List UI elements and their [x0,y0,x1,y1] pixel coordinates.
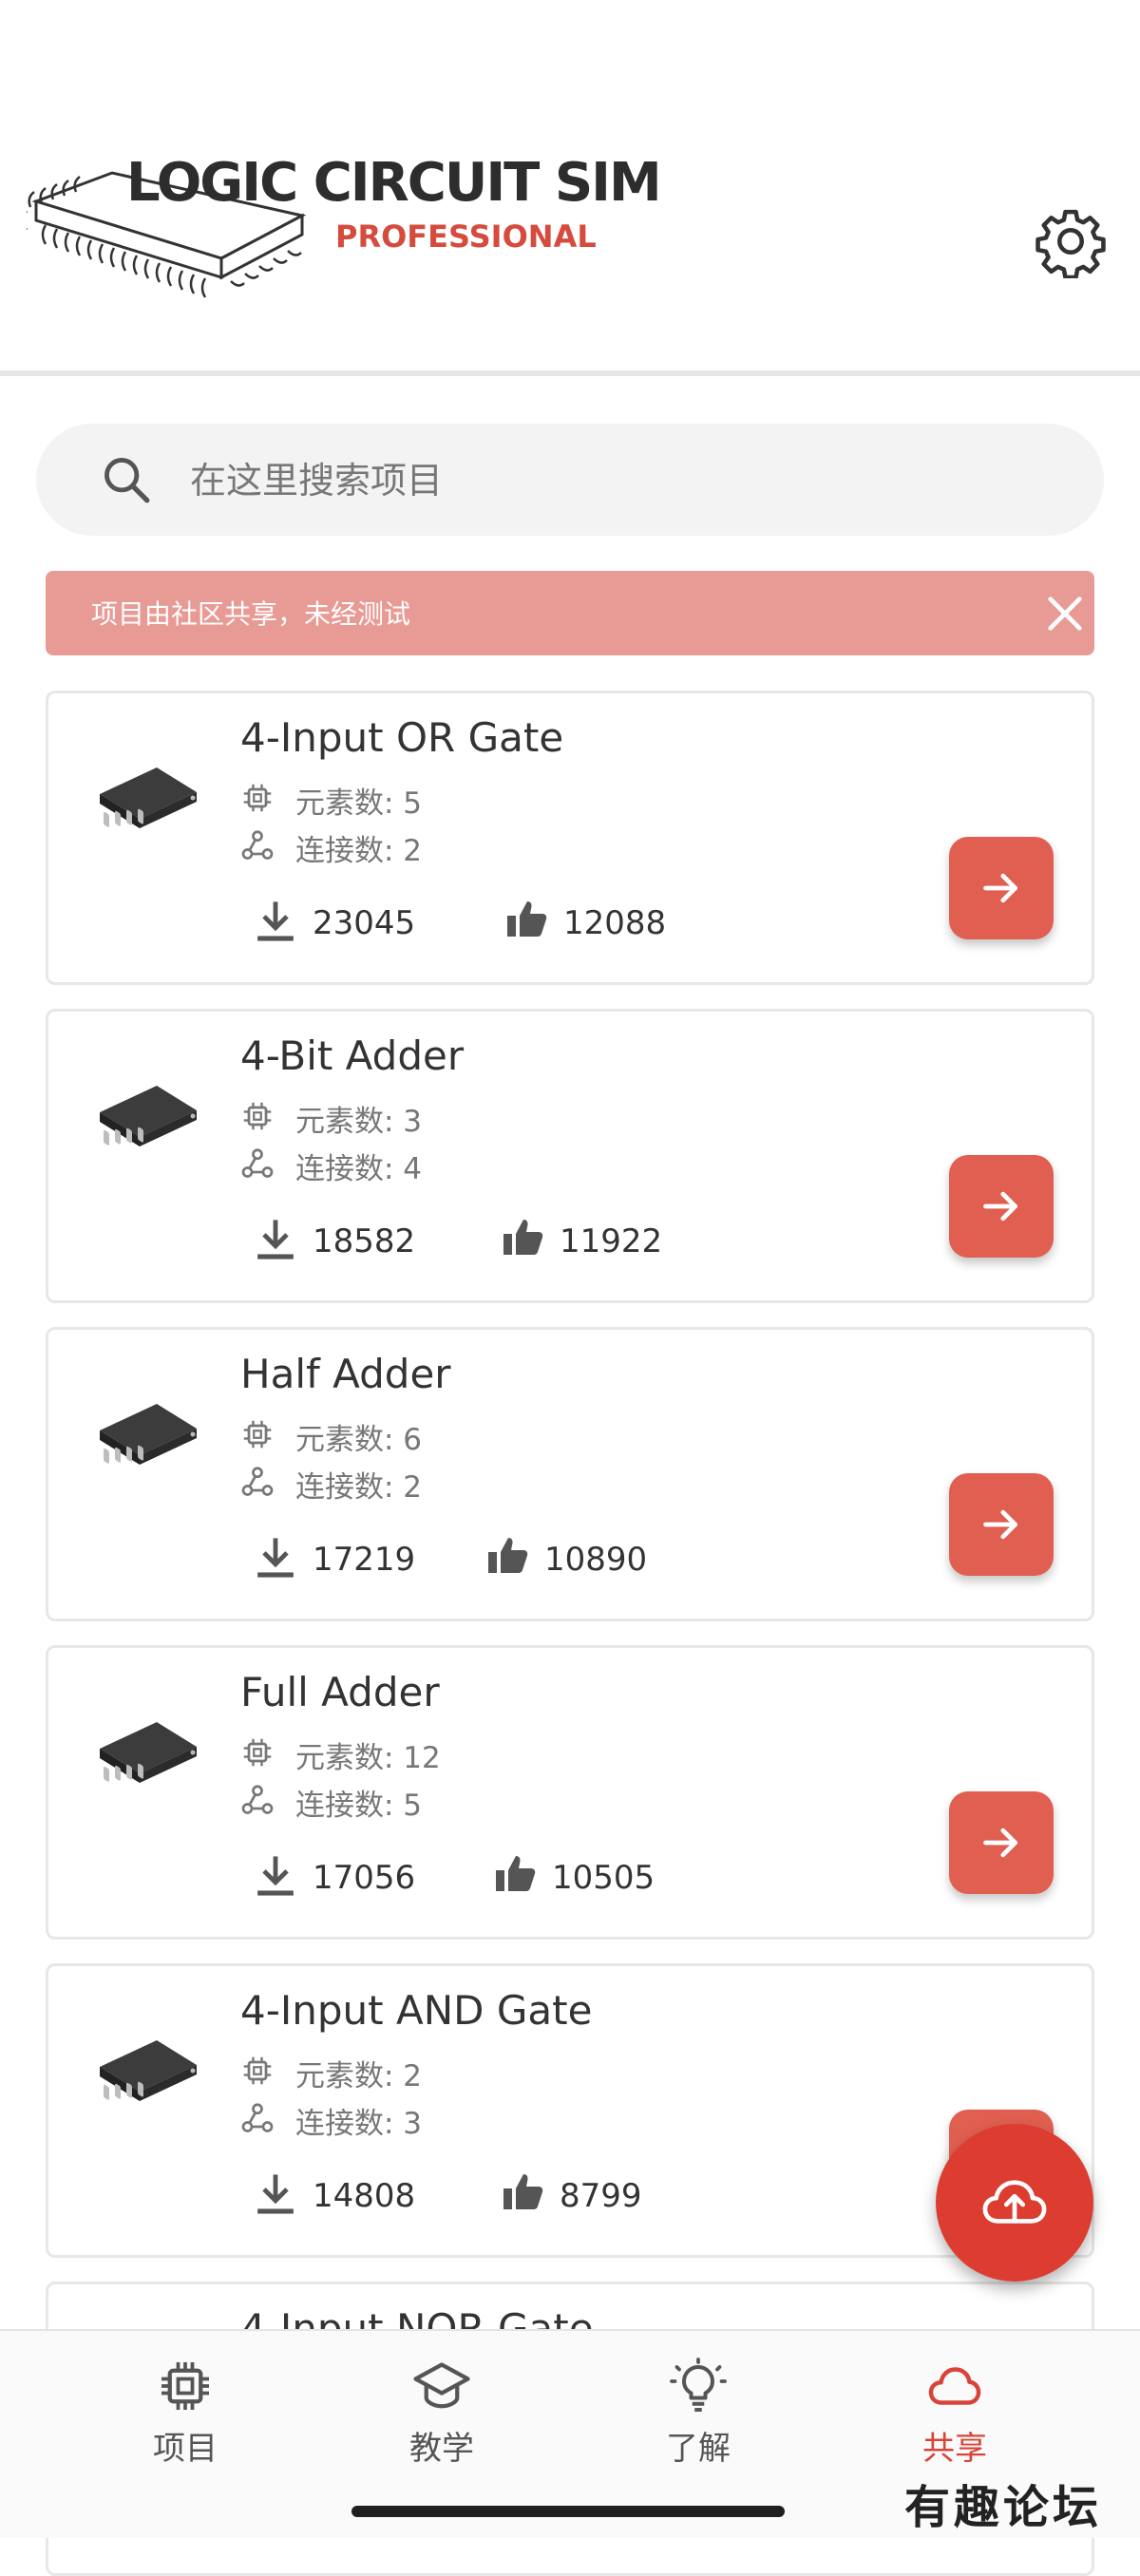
nav-label: 了解 [666,2430,731,2468]
open-project-button[interactable] [949,1155,1054,1258]
connections-icon [241,1785,274,1814]
nav-item-learn[interactable]: 了解 [613,2358,784,2472]
connections-icon [241,2103,274,2132]
chip-icon [243,784,272,812]
download-icon [257,1538,294,1578]
arrow-right-icon [983,1828,1018,1858]
chip-icon [243,2056,272,2085]
open-project-button[interactable] [949,837,1054,939]
search-icon [104,458,150,503]
chip-icon [243,1738,272,1767]
chip-icon [243,1102,272,1130]
download-count: 17219 [313,1541,416,1579]
project-card[interactable]: 4-Input OR Gate 元素数: 5 连接数: 2 23045 1208… [46,691,1094,985]
download-count: 23045 [313,904,416,942]
nav-item-projects[interactable]: 项目 [100,2358,271,2472]
project-title: Full Adder [240,1669,440,1715]
element-count-label: 元素数: 5 [295,786,423,821]
like-count: 12088 [563,904,667,942]
project-stats: 23045 12088 [256,899,826,944]
app-header: LOGIC CIRCUIT SIM PROFESSIONAL [0,0,1140,372]
nav-item-tutorials[interactable]: 教学 [356,2358,527,2472]
like-count: 10505 [552,1859,656,1897]
project-stats: 17219 10890 [256,1535,826,1581]
arrow-right-icon [983,1191,1018,1222]
forum-watermark: 有趣论坛 [904,2481,1103,2534]
search-bar[interactable] [36,424,1104,536]
chip-icon [243,1420,272,1449]
connection-count-label: 连接数: 2 [295,834,423,868]
header-divider [0,370,1140,376]
cloud-icon [928,2367,981,2405]
search-input[interactable] [188,446,1047,515]
thumbs-up-icon[interactable] [504,897,550,942]
project-card[interactable]: Half Adder 元素数: 6 连接数: 2 17219 10890 [46,1327,1094,1621]
connection-count-label: 连接数: 4 [295,1152,423,1186]
thumbs-up-icon[interactable] [493,1851,539,1897]
project-stats: 17056 10505 [256,1853,826,1899]
like-count: 8799 [560,2177,642,2215]
download-icon [257,1856,294,1896]
nav-label: 教学 [409,2430,474,2468]
thumbs-up-icon[interactable] [485,1533,531,1579]
connection-count-label: 连接数: 3 [295,2107,423,2141]
chip-thumbnail-icon [100,1722,197,1783]
nav-label: 共享 [922,2430,987,2468]
chip-thumbnail-icon [100,767,197,828]
project-title: 4-Input OR Gate [240,714,564,761]
project-title: 4-Bit Adder [240,1032,465,1079]
notice-text: 项目由社区共享，未经测试 [91,598,411,630]
download-icon [257,2174,294,2214]
lightbulb-icon [670,2358,727,2412]
app-logo: LOGIC CIRCUIT SIM PROFESSIONAL [27,152,662,318]
connections-icon [241,830,274,860]
project-title: Half Adder [240,1351,451,1397]
arrow-right-icon [983,1509,1018,1540]
like-count: 11922 [560,1222,663,1260]
arrow-right-icon [983,873,1018,903]
upload-project-button[interactable] [936,2124,1093,2282]
settings-button[interactable] [1034,204,1108,280]
element-count-label: 元素数: 12 [295,1741,441,1775]
connection-count-label: 连接数: 5 [295,1789,423,1823]
project-stats: 14808 8799 [256,2171,826,2217]
element-count-label: 元素数: 3 [295,1105,423,1139]
nav-item-share[interactable]: 共享 [869,2358,1040,2472]
download-icon [257,901,294,941]
like-count: 10890 [544,1541,648,1579]
download-icon [257,1220,294,1260]
connections-icon [241,1467,274,1496]
thumbs-up-icon[interactable] [501,2169,546,2215]
close-icon[interactable] [1043,592,1087,635]
chip-thumbnail-icon [100,2040,197,2101]
thumbs-up-icon[interactable] [501,1215,546,1260]
project-card[interactable]: Full Adder 元素数: 12 连接数: 5 17056 10505 [46,1645,1094,1940]
download-count: 17056 [313,1859,416,1897]
nav-label: 项目 [153,2430,218,2468]
gear-icon [1036,209,1106,280]
project-card[interactable]: 4-Bit Adder 元素数: 3 连接数: 4 18582 11922 [46,1009,1094,1303]
connection-count-label: 连接数: 2 [295,1470,423,1505]
home-indicator[interactable] [352,2506,785,2517]
logo-subtitle: PROFESSIONAL [335,218,597,255]
project-title: 4-Input AND Gate [240,1987,593,2034]
chip-icon [162,2362,209,2410]
download-count: 14808 [313,2177,416,2215]
community-notice-banner: 项目由社区共享，未经测试 [46,571,1094,655]
graduation-cap-icon [413,2362,470,2409]
element-count-label: 元素数: 6 [295,1423,423,1457]
open-project-button[interactable] [949,1791,1054,1894]
chip-thumbnail-icon [100,1086,197,1146]
chip-thumbnail-icon [100,1404,197,1465]
open-project-button[interactable] [949,1473,1054,1576]
element-count-label: 元素数: 2 [295,2059,423,2093]
logo-title: LOGIC CIRCUIT SIM [126,152,662,214]
cloud-upload-icon [982,2180,1047,2224]
project-stats: 18582 11922 [256,1217,826,1262]
connections-icon [241,1148,274,1178]
download-count: 18582 [313,1222,416,1260]
